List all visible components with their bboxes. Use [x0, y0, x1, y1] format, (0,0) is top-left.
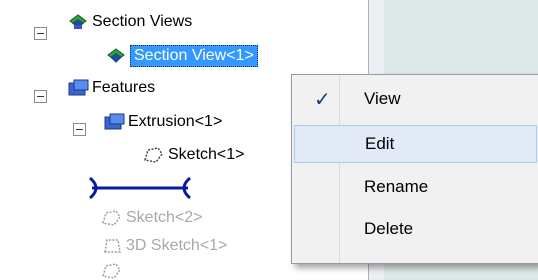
- context-menu: ✓ View Edit Rename Delete: [291, 74, 538, 264]
- sketch-icon: [100, 207, 126, 229]
- app-frame: Section Views Section View<1> Features E…: [0, 0, 538, 280]
- tree-item-3d-sketch-1[interactable]: 3D Sketch<1>: [100, 234, 227, 258]
- menu-item-rename[interactable]: Rename: [294, 169, 537, 205]
- extrusion-icon: [102, 111, 128, 133]
- features-icon: [66, 77, 92, 99]
- tree-item-partial: [100, 262, 126, 280]
- section-views-icon: [66, 11, 92, 33]
- collapse-toggle[interactable]: [34, 27, 47, 40]
- menu-item-label: Rename: [364, 177, 429, 196]
- selected-label: Section View<1>: [130, 45, 258, 67]
- tree-item-section-views[interactable]: Section Views: [66, 10, 192, 34]
- tree-item-sketch-1[interactable]: Sketch<1>: [142, 143, 245, 167]
- 3d-sketch-icon: [100, 235, 126, 257]
- menu-item-label: Delete: [364, 219, 414, 238]
- collapse-toggle[interactable]: [34, 90, 47, 103]
- menu-item-edit[interactable]: Edit: [294, 125, 537, 163]
- tree-item-sketch-2[interactable]: Sketch<2>: [100, 206, 203, 230]
- menu-item-delete[interactable]: Delete: [294, 211, 537, 247]
- collapse-toggle[interactable]: [73, 123, 86, 136]
- tree-label: Sketch<1>: [168, 146, 245, 163]
- tree-label: 3D Sketch<1>: [126, 237, 228, 254]
- tree-label: Sketch<2>: [126, 209, 203, 226]
- tree-label: Extrusion<1>: [128, 113, 223, 130]
- menu-item-label: View: [364, 89, 401, 108]
- tree-item-section-view-1[interactable]: Section View<1>: [104, 44, 258, 68]
- rollback-bar-icon[interactable]: [88, 174, 192, 202]
- section-view-icon: [104, 45, 130, 67]
- check-icon: ✓: [314, 89, 331, 111]
- sketch-icon: [100, 262, 126, 280]
- tree-label: Features: [92, 79, 156, 96]
- tree-label: Section Views: [92, 13, 193, 30]
- sketch-icon: [142, 144, 168, 166]
- tree-item-features[interactable]: Features: [66, 76, 155, 100]
- menu-item-view[interactable]: ✓ View: [294, 81, 537, 117]
- menu-item-label: Edit: [365, 134, 395, 153]
- tree-item-extrusion-1[interactable]: Extrusion<1>: [102, 110, 222, 134]
